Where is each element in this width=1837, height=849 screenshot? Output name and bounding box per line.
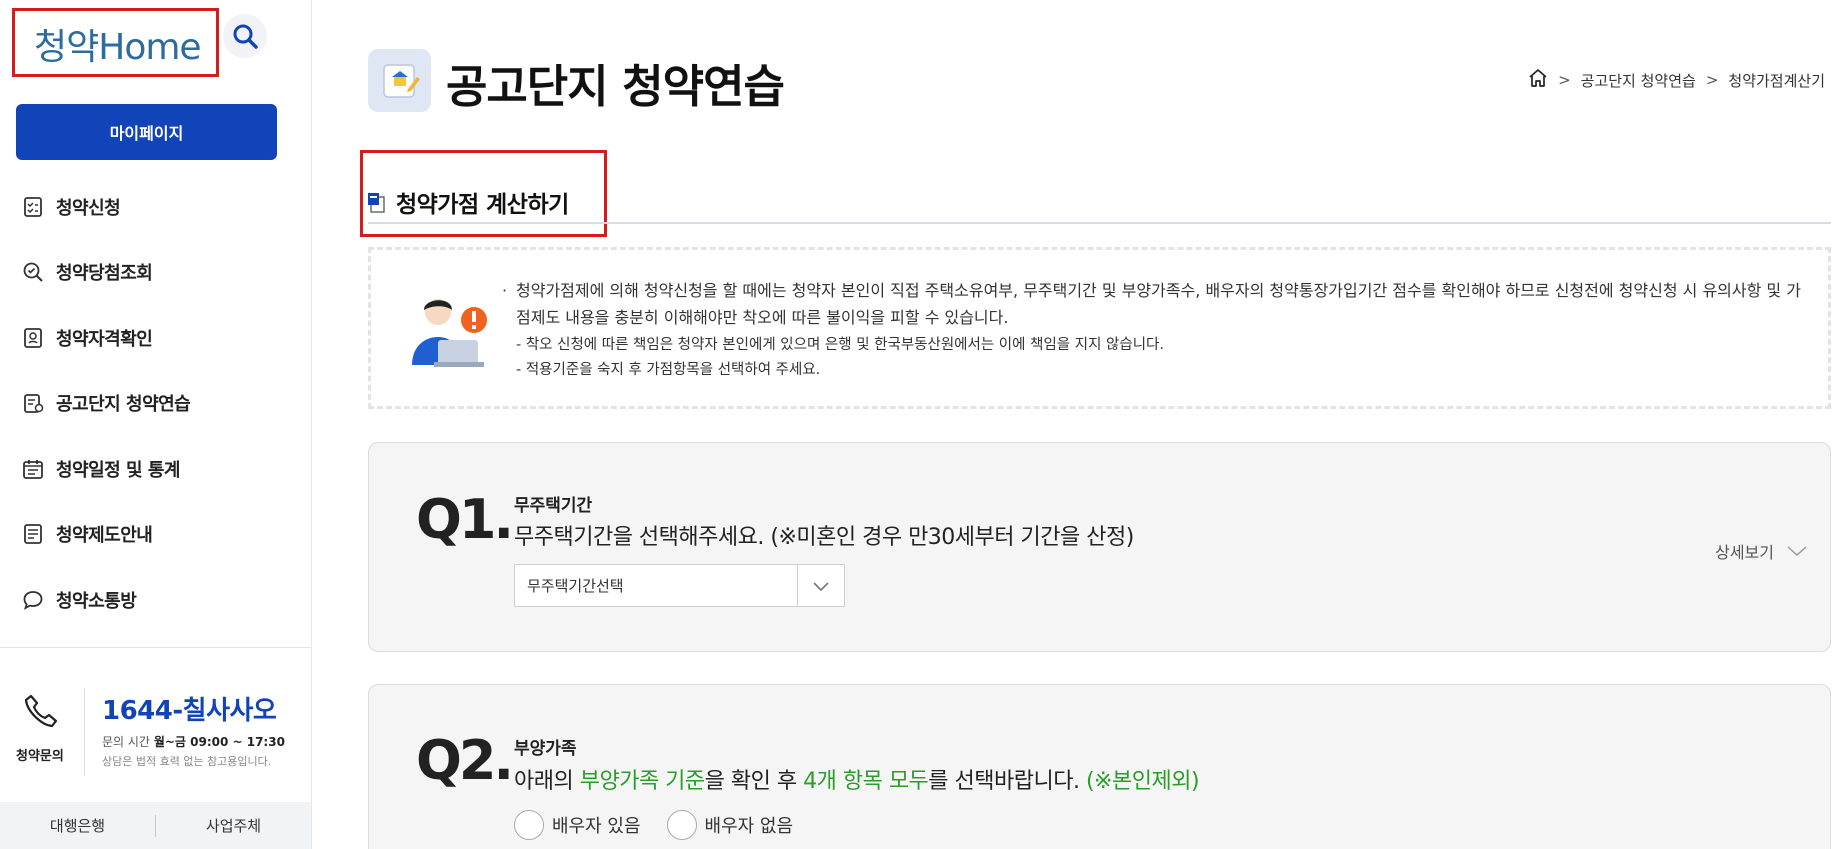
notice-box: · 청약가점제에 의해 청약신청을 할 때에는 청약자 본인이 직접 주택소유여…	[368, 247, 1831, 409]
question-text-part: 를 선택바랍니다.	[928, 769, 1086, 794]
chevron-right-icon: >	[1558, 71, 1571, 89]
sidebar-item-label: 청약당첨조회	[56, 263, 153, 285]
sidebar-item-label: 청약자격확인	[56, 328, 153, 350]
page-title: 공고단지 청약연습	[446, 60, 785, 113]
sidebar-divider	[0, 647, 311, 648]
question-text: 무주택기간을 선택해주세요. (※미혼인 경우 만30세부터 기간을 산정)	[514, 525, 1134, 550]
calendar-icon	[20, 456, 46, 482]
sidebar-item-label: 청약소통방	[56, 590, 137, 612]
search-check-icon	[20, 259, 46, 285]
question-text-part: 아래의	[514, 769, 580, 794]
sidebar-item-label: 청약제도안내	[56, 525, 153, 547]
breadcrumb-item-calculator[interactable]: 청약가점계산기	[1728, 70, 1825, 91]
sidebar-item-apply[interactable]: 청약신청	[0, 174, 311, 240]
detail-label: 상세보기	[1715, 543, 1774, 562]
spouse-radio-group: 배우자 있음 배우자 없음	[514, 810, 819, 840]
practice-icon	[20, 390, 46, 416]
sidebar-item-eligibility[interactable]: 청약자격확인	[0, 305, 311, 371]
contact-number[interactable]: 1644-칠사사오	[102, 690, 277, 727]
contact-hours: 문의 시간 월~금 09:00 ~ 17:30	[102, 733, 285, 750]
sidebar-item-label: 청약신청	[56, 197, 121, 219]
contact-hours-label: 문의 시간	[102, 735, 150, 749]
homeless-period-select[interactable]: 무주택기간선택	[514, 564, 845, 607]
question-text: 아래의 부양가족 기준을 확인 후 4개 항목 모두를 선택바랍니다. (※본인…	[514, 763, 1200, 795]
question-1-card: Q1. 무주택기간 무주택기간을 선택해주세요. (※미혼인 경우 만30세부터…	[368, 442, 1831, 652]
sidebar-item-schedule[interactable]: 청약일정 및 통계	[0, 436, 311, 502]
sidebar: 청약Home 마이페이지 청약신청 청약당첨조회 청약자격확인 공고단지 청약연…	[0, 0, 312, 849]
radio-label: 배우자 없음	[704, 816, 794, 837]
chat-bubble-icon	[20, 587, 46, 613]
search-button[interactable]	[223, 14, 267, 58]
chevron-down-icon	[1786, 542, 1808, 561]
business-entity-link[interactable]: 사업주체	[156, 815, 311, 836]
checklist-icon	[20, 194, 46, 220]
logo-prefix: 청약	[34, 27, 99, 68]
section-doc-icon	[368, 193, 386, 213]
sidebar-bottom-bar: 대행은행 사업주체	[0, 802, 311, 849]
sidebar-item-community[interactable]: 청약소통방	[0, 567, 311, 633]
breadcrumb: > 공고단지 청약연습 > 청약가점계산기	[1528, 68, 1825, 92]
sidebar-item-guide[interactable]: 청약제도안내	[0, 502, 311, 568]
search-icon	[233, 24, 258, 49]
question-text-highlight: 4개 항목 모두	[803, 769, 929, 794]
chevron-right-icon: >	[1705, 71, 1719, 89]
select-value: 무주택기간선택	[527, 577, 624, 595]
contact-hours-value: 월~금 09:00 ~ 17:30	[153, 735, 285, 749]
agency-bank-link[interactable]: 대행은행	[0, 815, 155, 836]
mypage-button[interactable]: 마이페이지	[16, 104, 277, 160]
sidebar-item-practice[interactable]: 공고단지 청약연습	[0, 371, 311, 437]
contact-note: 상담은 법적 효력 없는 참고용입니다.	[102, 755, 272, 768]
breadcrumb-item-practice[interactable]: 공고단지 청약연습	[1581, 70, 1696, 91]
contact-divider	[84, 688, 85, 776]
contact-label: 청약문의	[16, 749, 64, 764]
radio-circle[interactable]	[514, 810, 544, 840]
logo-suffix: Home	[98, 27, 201, 68]
detail-toggle[interactable]: 상세보기	[1715, 539, 1808, 563]
sidebar-item-label: 청약일정 및 통계	[56, 459, 180, 481]
id-card-icon	[20, 325, 46, 351]
logo[interactable]: 청약Home	[34, 18, 202, 70]
question-number: Q2.	[416, 729, 514, 792]
home-icon[interactable]	[1528, 68, 1548, 92]
notice-sub-2: - 적용기준을 숙지 후 가점항목을 선택하여 주세요.	[516, 362, 821, 378]
document-icon	[20, 521, 46, 547]
radio-spouse-no[interactable]: 배우자 없음	[666, 810, 794, 840]
question-subtitle: 부양가족	[514, 739, 577, 759]
question-number: Q1.	[416, 488, 514, 551]
sidebar-item-winner-check[interactable]: 청약당첨조회	[0, 240, 311, 306]
page-title-icon	[368, 49, 431, 112]
question-2-card: Q2. 부양가족 아래의 부양가족 기준을 확인 후 4개 항목 모두를 선택바…	[368, 684, 1831, 849]
question-text-part: 을 확인 후	[704, 769, 804, 794]
question-subtitle: 무주택기간	[514, 496, 593, 516]
phone-icon	[22, 692, 60, 730]
sidebar-item-label: 공고단지 청약연습	[56, 394, 191, 416]
radio-spouse-yes[interactable]: 배우자 있음	[514, 810, 641, 840]
section-divider	[368, 222, 1831, 224]
bullet-icon: ·	[502, 281, 508, 300]
notice-main: 청약가점제에 의해 청약신청을 할 때에는 청약자 본인이 직접 주택소유여부,…	[516, 281, 1801, 327]
section-title-text: 청약가점 계산하기	[396, 192, 569, 218]
section-title: 청약가점 계산하기	[368, 185, 569, 219]
person-alert-illustration-icon	[404, 290, 489, 370]
chevron-down-icon	[797, 565, 844, 606]
radio-label: 배우자 있음	[552, 816, 641, 837]
radio-circle[interactable]	[666, 810, 697, 840]
question-text-note: (※본인제외)	[1085, 769, 1200, 794]
dependent-criteria-link[interactable]: 부양가족 기준	[580, 769, 705, 794]
notice-sub-1: - 착오 신청에 따른 책임은 청약자 본인에게 있으며 은행 및 한국부동산원…	[516, 337, 1164, 353]
notice-text: · 청약가점제에 의해 청약신청을 할 때에는 청약자 본인이 직접 주택소유여…	[502, 277, 1806, 383]
sidebar-nav: 청약신청 청약당첨조회 청약자격확인 공고단지 청약연습 청약일정 및 통계 청…	[0, 174, 311, 633]
